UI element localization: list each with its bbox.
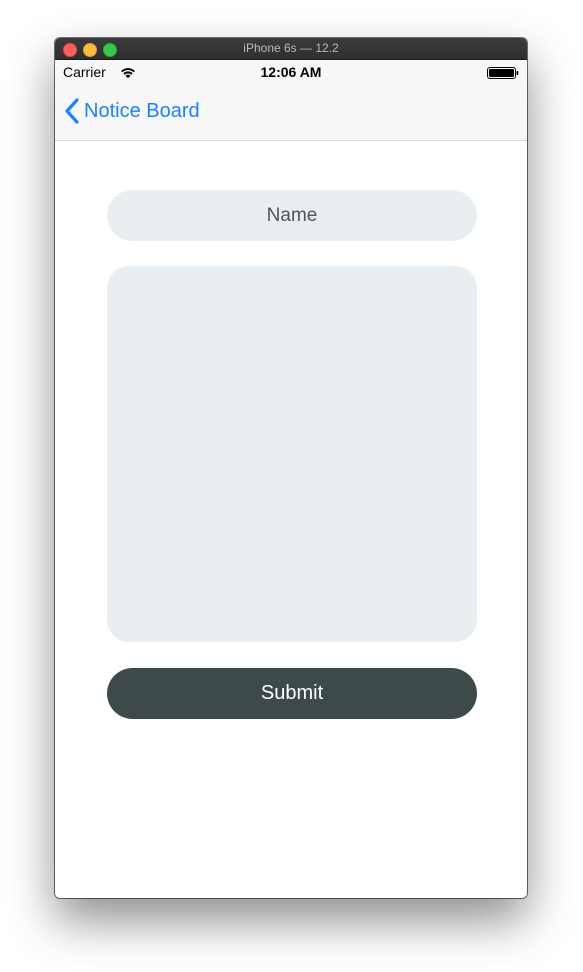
submit-button[interactable]: Submit [107, 668, 477, 719]
name-input[interactable] [107, 190, 477, 241]
desktop-background: iPhone 6s — 12.2 Carrier 12:06 AM Notice [0, 0, 583, 972]
simulator-window: iPhone 6s — 12.2 Carrier 12:06 AM Notice [55, 38, 527, 898]
navigation-bar: Notice Board [55, 82, 527, 141]
chevron-left-icon [65, 98, 79, 124]
back-button[interactable]: Notice Board [64, 98, 200, 124]
battery-icon [487, 67, 519, 79]
status-time: 12:06 AM [260, 64, 322, 80]
notice-form: Submit [55, 141, 527, 898]
window-titlebar[interactable]: iPhone 6s — 12.2 [55, 38, 527, 60]
message-textarea[interactable] [107, 266, 477, 642]
window-title: iPhone 6s — 12.2 [243, 41, 339, 55]
back-button-label: Notice Board [84, 99, 200, 122]
status-bar: Carrier 12:06 AM [55, 60, 527, 82]
